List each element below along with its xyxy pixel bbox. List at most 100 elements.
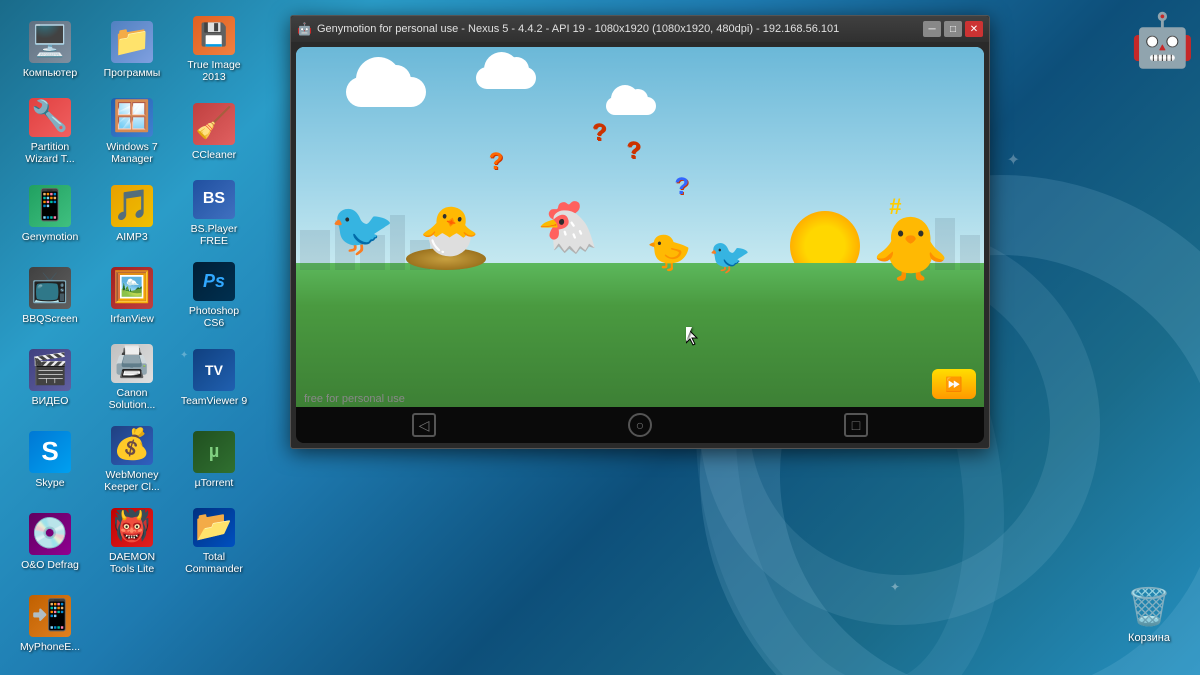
recycle-bin[interactable]: 🗑️ Корзина bbox=[1128, 586, 1170, 645]
icon-trueimage[interactable]: 💾 True Image 2013 bbox=[174, 10, 254, 90]
icon-computer[interactable]: 🖥️ Компьютер bbox=[10, 10, 90, 90]
canon-icon-img: 🖨️ bbox=[111, 344, 153, 383]
partition-icon-label: Partition Wizard T... bbox=[14, 141, 86, 166]
bsplayer-icon-label: BS.Player FREE bbox=[178, 223, 250, 248]
sparkle: ✦ bbox=[1007, 150, 1020, 170]
icon-irfanview[interactable]: 🖼️ IrfanView bbox=[92, 256, 172, 336]
computer-icon-img: 🖥️ bbox=[29, 21, 71, 63]
win7-icon-img: 🪟 bbox=[111, 98, 153, 137]
utorrent-icon-img: µ bbox=[193, 431, 235, 473]
win7-icon-label: Windows 7 Manager bbox=[96, 141, 168, 166]
minimize-button[interactable]: ─ bbox=[923, 21, 941, 37]
question-mark-2: ? bbox=[592, 119, 607, 147]
aimp-icon-img: 🎵 bbox=[111, 185, 153, 227]
cloud-1 bbox=[346, 77, 426, 107]
ccleaner-icon-img: 🧹 bbox=[193, 103, 235, 145]
window-title: Genymotion for personal use - Nexus 5 - … bbox=[317, 23, 923, 35]
daemon-icon-label: DAEMON Tools Lite bbox=[96, 551, 168, 576]
ccleaner-icon-label: CCleaner bbox=[192, 149, 236, 162]
icon-bsplayer[interactable]: BS BS.Player FREE bbox=[174, 174, 254, 254]
question-mark-4: ? bbox=[674, 173, 689, 201]
myphone-icon-img: 📲 bbox=[29, 595, 71, 637]
icon-win7manager[interactable]: 🪟 Windows 7 Manager bbox=[92, 92, 172, 172]
icon-ccleaner[interactable]: 🧹 CCleaner bbox=[174, 92, 254, 172]
cloud-2 bbox=[476, 67, 536, 89]
skype-icon-img: S bbox=[29, 431, 71, 473]
icon-canon[interactable]: 🖨️ Canon Solution... bbox=[92, 338, 172, 418]
window-controls: ─ □ ✕ bbox=[923, 21, 983, 37]
teamviewer-icon-label: TeamViewer 9 bbox=[181, 395, 247, 408]
programs-icon-label: Программы bbox=[104, 67, 161, 80]
cloud-3 bbox=[606, 97, 656, 115]
icon-video[interactable]: 🎬 ВИДЕО bbox=[10, 338, 90, 418]
bsplayer-icon-img: BS bbox=[193, 180, 235, 219]
play-icon: ⏩ bbox=[945, 376, 962, 393]
recycle-bin-icon: 🗑️ bbox=[1128, 586, 1170, 628]
black-bird-2: 🐦 bbox=[709, 240, 751, 274]
phone-nav-bar: ◁ ○ □ bbox=[296, 407, 984, 443]
icon-totalcmd[interactable]: 📂 Total Commander bbox=[174, 502, 254, 582]
ground bbox=[296, 263, 984, 407]
icon-teamviewer[interactable]: TV TeamViewer 9 bbox=[174, 338, 254, 418]
photoshop-icon-label: Photoshop CS6 bbox=[178, 305, 250, 330]
genymotion-window: 🤖 Genymotion for personal use - Nexus 5 … bbox=[290, 15, 990, 449]
icon-skype[interactable]: S Skype bbox=[10, 420, 90, 500]
nav-recent-button[interactable]: □ bbox=[844, 413, 868, 437]
video-icon-img: 🎬 bbox=[29, 349, 71, 391]
desktop-icons: 🖥️ Компьютер 📁 Программы 💾 True Image 20… bbox=[0, 0, 280, 675]
daemon-icon-img: 👹 bbox=[111, 508, 153, 547]
genymotion-icon-label: Genymotion bbox=[22, 231, 79, 244]
play-button[interactable]: ⏩ bbox=[932, 369, 976, 399]
black-bird: 🐦 bbox=[330, 204, 395, 256]
yellow-bird: 🐥 bbox=[872, 219, 949, 281]
android-icon: 🤖 bbox=[1130, 10, 1190, 70]
hashtag: # bbox=[889, 194, 901, 220]
red-bird: 🐔 bbox=[537, 202, 599, 252]
oodefrag-icon-label: O&O Defrag bbox=[21, 559, 79, 572]
icon-aimp[interactable]: 🎵 AIMP3 bbox=[92, 174, 172, 254]
webmoney-icon-label: WebMoney Keeper Cl... bbox=[96, 469, 168, 494]
photoshop-icon-img: Ps bbox=[193, 262, 235, 301]
utorrent-icon-label: µTorrent bbox=[195, 477, 234, 490]
trueimage-icon-img: 💾 bbox=[193, 16, 235, 55]
icon-photoshop[interactable]: Ps Photoshop CS6 bbox=[174, 256, 254, 336]
game-screen: 🐦 🐣 🐔 🐤 🐦 🐥 ? ? ? ? bbox=[296, 47, 984, 407]
icon-myphone[interactable]: 📲 MyPhoneE... bbox=[10, 584, 90, 664]
phone-frame: 🐦 🐣 🐔 🐤 🐦 🐥 ? ? ? ? bbox=[296, 47, 984, 443]
icon-webmoney[interactable]: 💰 WebMoney Keeper Cl... bbox=[92, 420, 172, 500]
question-mark-3: ? bbox=[626, 137, 641, 165]
oodefrag-icon-img: 💿 bbox=[29, 513, 71, 555]
close-button[interactable]: ✕ bbox=[965, 21, 983, 37]
teamviewer-icon-img: TV bbox=[193, 349, 235, 391]
bbqscreen-icon-img: 📺 bbox=[29, 267, 71, 309]
recycle-bin-label: Корзина bbox=[1128, 632, 1170, 645]
icon-oodefrag[interactable]: 💿 O&O Defrag bbox=[10, 502, 90, 582]
white-bird: 🐣 bbox=[420, 208, 480, 256]
desktop: ✦ ✦ ✦ ✦ 🤖 🖥️ Компьютер 📁 Программы 💾 Tru… bbox=[0, 0, 1200, 675]
watermark: free for personal use bbox=[304, 393, 405, 405]
mouse-cursor bbox=[686, 327, 698, 345]
icon-partition[interactable]: 🔧 Partition Wizard T... bbox=[10, 92, 90, 172]
icon-programs[interactable]: 📁 Программы bbox=[92, 10, 172, 90]
nav-back-button[interactable]: ◁ bbox=[412, 413, 436, 437]
icon-utorrent[interactable]: µ µTorrent bbox=[174, 420, 254, 500]
nav-home-button[interactable]: ○ bbox=[628, 413, 652, 437]
skype-icon-label: Skype bbox=[35, 477, 64, 490]
partition-icon-img: 🔧 bbox=[29, 98, 71, 137]
icon-genymotion[interactable]: 📱 Genymotion bbox=[10, 174, 90, 254]
genymotion-icon-img: 📱 bbox=[29, 185, 71, 227]
trueimage-icon-label: True Image 2013 bbox=[178, 59, 250, 84]
programs-icon-img: 📁 bbox=[111, 21, 153, 63]
myphone-icon-label: MyPhoneE... bbox=[20, 641, 80, 654]
webmoney-icon-img: 💰 bbox=[111, 426, 153, 465]
window-titlebar: 🤖 Genymotion for personal use - Nexus 5 … bbox=[291, 16, 989, 42]
computer-icon-label: Компьютер bbox=[23, 67, 77, 80]
irfanview-icon-label: IrfanView bbox=[110, 313, 154, 326]
icon-daemon[interactable]: 👹 DAEMON Tools Lite bbox=[92, 502, 172, 582]
question-mark-1: ? bbox=[489, 148, 504, 176]
window-app-icon: 🤖 bbox=[297, 22, 311, 36]
video-icon-label: ВИДЕО bbox=[32, 395, 69, 408]
maximize-button[interactable]: □ bbox=[944, 21, 962, 37]
icon-bbqscreen[interactable]: 📺 BBQScreen bbox=[10, 256, 90, 336]
canon-icon-label: Canon Solution... bbox=[96, 387, 168, 412]
